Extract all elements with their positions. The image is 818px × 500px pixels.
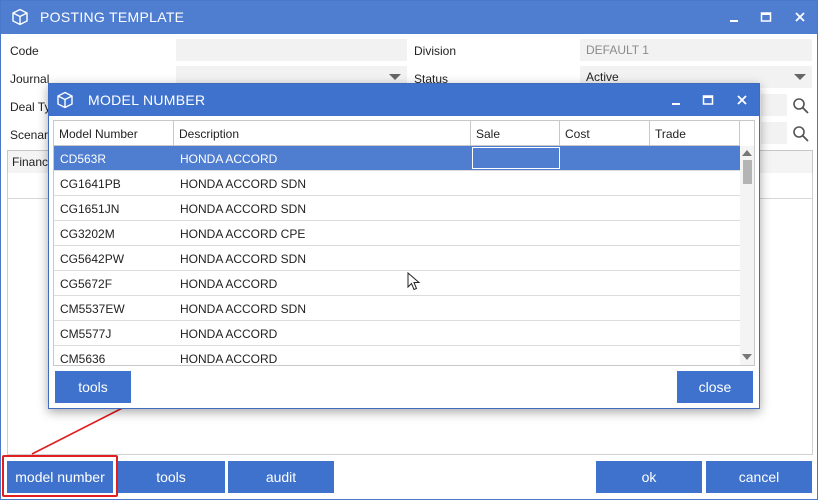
table-row[interactable]: CD563R HONDA ACCORD — [54, 146, 740, 171]
cell-description: HONDA ACCORD SDN — [180, 202, 307, 216]
sale-edit-cell[interactable] — [472, 147, 560, 169]
search-icon[interactable] — [792, 97, 812, 117]
cell-description: HONDA ACCORD — [180, 152, 278, 166]
table-row[interactable]: CM5577J HONDA ACCORD — [54, 321, 740, 346]
model-number-grid: Model Number Description Sale Cost Trade… — [53, 120, 755, 366]
cancel-button[interactable]: cancel — [706, 461, 812, 493]
table-row[interactable]: CG1651JN HONDA ACCORD SDN — [54, 196, 740, 221]
annotation-highlight-box — [2, 455, 118, 497]
cell-model-number: CG3202M — [60, 227, 115, 241]
cell-description: HONDA ACCORD — [180, 327, 278, 341]
deal-type-label: Deal Ty — [10, 100, 51, 114]
column-header-trade[interactable]: Trade — [650, 121, 740, 146]
dialog-tools-button[interactable]: tools — [55, 371, 131, 403]
dialog-title: MODEL NUMBER — [88, 92, 206, 108]
cell-model-number: CG5642PW — [60, 252, 125, 266]
mouse-pointer-icon — [407, 272, 421, 291]
minimize-icon[interactable] — [665, 90, 687, 110]
tools-button[interactable]: tools — [117, 461, 225, 493]
chevron-down-icon — [389, 74, 401, 80]
window-title: POSTING TEMPLATE — [40, 9, 185, 25]
grid-header: Model Number Description Sale Cost Trade — [54, 121, 740, 146]
table-row[interactable]: CG5642PW HONDA ACCORD SDN — [54, 246, 740, 271]
scroll-down-icon[interactable] — [742, 354, 752, 360]
minimize-icon[interactable] — [723, 7, 745, 27]
cell-description: HONDA ACCORD — [180, 352, 278, 366]
column-header-model-number[interactable]: Model Number — [54, 121, 174, 146]
cell-model-number: CM5577J — [60, 327, 112, 341]
cube-icon — [56, 91, 74, 109]
cell-description: HONDA ACCORD SDN — [180, 302, 307, 316]
window-titlebar[interactable]: POSTING TEMPLATE — [1, 1, 817, 34]
table-row[interactable]: CG3202M HONDA ACCORD CPE — [54, 221, 740, 246]
cell-description: HONDA ACCORD SDN — [180, 177, 307, 191]
cube-icon — [11, 8, 29, 26]
audit-button[interactable]: audit — [228, 461, 334, 493]
vertical-scrollbar[interactable] — [740, 146, 754, 365]
cell-model-number: CG5672F — [60, 277, 113, 291]
scroll-up-icon[interactable] — [742, 150, 752, 156]
model-number-dialog: MODEL NUMBER Model Number Description Sa… — [48, 83, 760, 409]
cell-model-number: CG1651JN — [60, 202, 120, 216]
cell-model-number: CM5537EW — [60, 302, 125, 316]
ok-button[interactable]: ok — [596, 461, 702, 493]
scrollbar-thumb[interactable] — [743, 160, 752, 184]
dialog-titlebar[interactable]: MODEL NUMBER — [49, 84, 759, 116]
column-header-sale[interactable]: Sale — [471, 121, 560, 146]
scenario-field-tail[interactable] — [761, 122, 787, 144]
table-row[interactable]: CG1641PB HONDA ACCORD SDN — [54, 171, 740, 196]
chevron-down-icon — [794, 74, 806, 80]
cell-model-number: CD563R — [60, 152, 107, 166]
code-label: Code — [10, 44, 39, 58]
search-icon[interactable] — [792, 125, 812, 145]
maximize-icon[interactable] — [755, 7, 777, 27]
cell-description: HONDA ACCORD SDN — [180, 252, 307, 266]
division-label: Division — [414, 44, 457, 58]
code-field[interactable] — [176, 39, 407, 61]
deal-type-field-tail[interactable] — [761, 94, 787, 116]
column-header-description[interactable]: Description — [174, 121, 471, 146]
cell-description: HONDA ACCORD — [180, 277, 278, 291]
journal-label: Journal — [10, 72, 50, 86]
close-icon[interactable] — [789, 7, 811, 27]
close-icon[interactable] — [731, 90, 753, 110]
cell-model-number: CM5636 — [60, 352, 106, 366]
cell-description: HONDA ACCORD CPE — [180, 227, 306, 241]
maximize-icon[interactable] — [697, 90, 719, 110]
division-field[interactable]: DEFAULT 1 — [580, 39, 812, 61]
cell-model-number: CG1641PB — [60, 177, 121, 191]
table-row[interactable]: CM5636 HONDA ACCORD — [54, 346, 740, 366]
dialog-close-button[interactable]: close — [677, 371, 753, 403]
column-header-cost[interactable]: Cost — [560, 121, 650, 146]
scenario-label: Scenari — [10, 128, 51, 142]
table-row[interactable]: CM5537EW HONDA ACCORD SDN — [54, 296, 740, 321]
table-row[interactable]: CG5672F HONDA ACCORD — [54, 271, 740, 296]
